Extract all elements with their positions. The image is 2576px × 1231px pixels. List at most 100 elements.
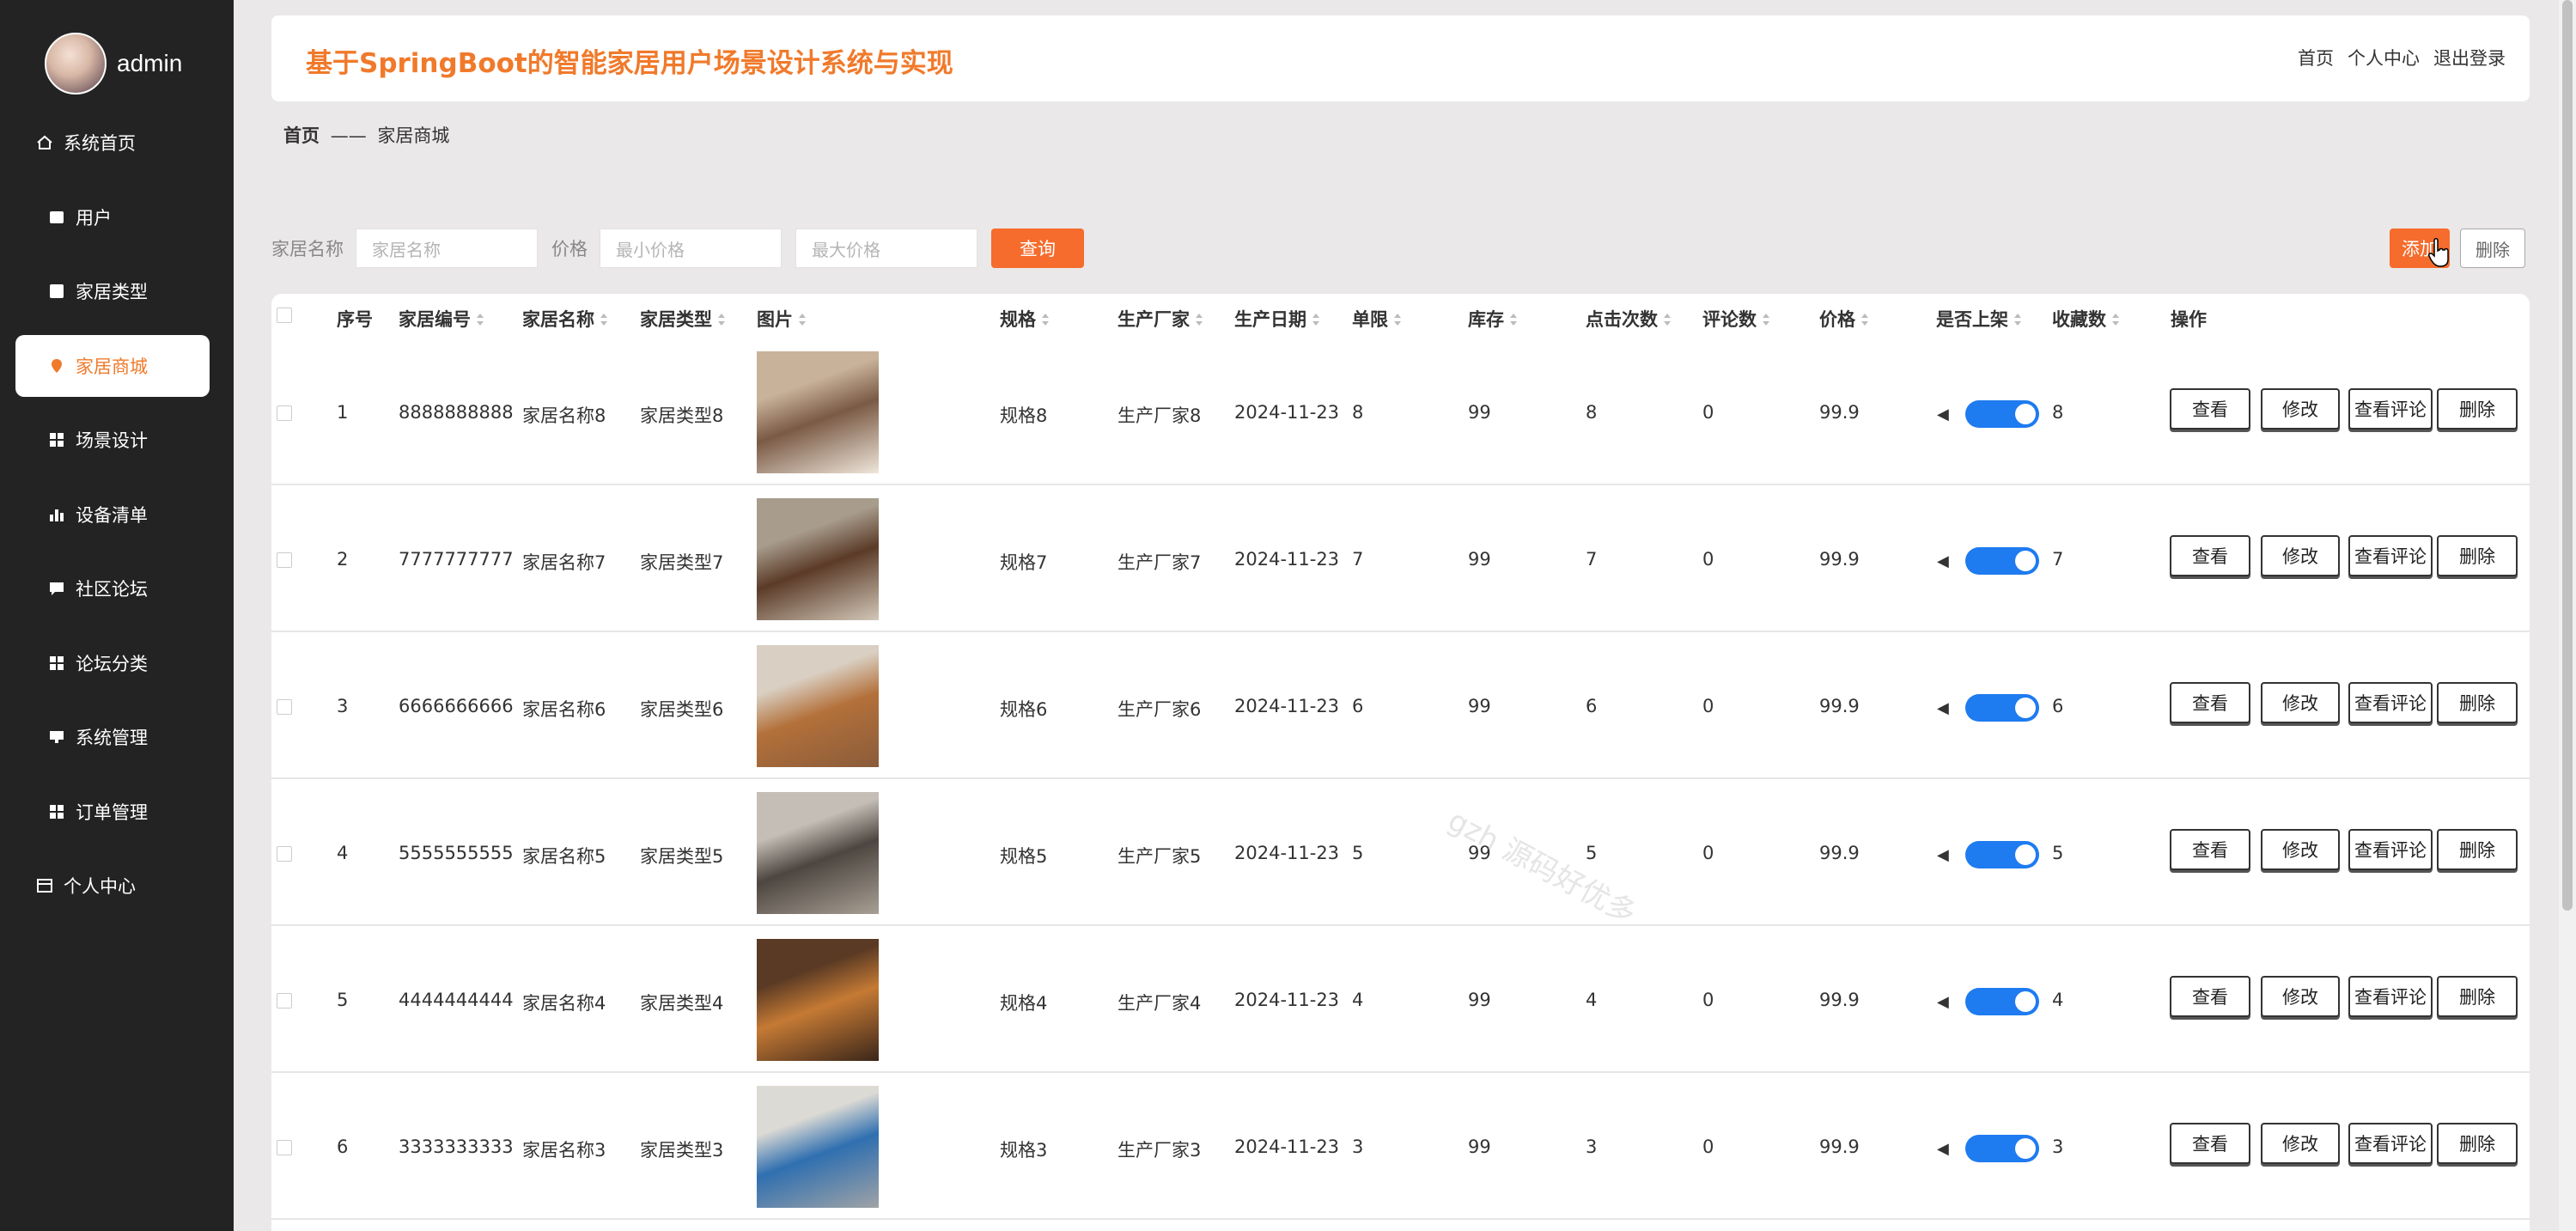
sidebar-item-home-types[interactable]: 家居类型: [0, 260, 234, 322]
delete-button[interactable]: 删除: [2437, 682, 2518, 723]
min-price-input[interactable]: 最小价格: [600, 229, 782, 268]
col-price[interactable]: 价格: [1819, 306, 1869, 332]
cell-idx: 3: [337, 696, 349, 716]
sidebar-item-scene-design[interactable]: 场景设计: [0, 409, 234, 471]
col-listed[interactable]: 是否上架: [1936, 306, 2022, 332]
table-row: 2 7777777777 家居名称7 家居类型7 规格7 生产厂家7 2024-11-23 7…: [271, 485, 2530, 632]
col-type[interactable]: 家居类型: [640, 306, 726, 332]
view-button[interactable]: 查看: [2170, 976, 2250, 1017]
view-button[interactable]: 查看: [2170, 682, 2250, 723]
row-checkbox[interactable]: [277, 993, 292, 1009]
sort-icon[interactable]: [2013, 312, 2022, 329]
col-maker[interactable]: 生产厂家: [1117, 306, 1203, 332]
product-image[interactable]: [757, 351, 879, 473]
select-all-checkbox[interactable]: [277, 308, 292, 323]
sidebar-item-profile[interactable]: 个人中心: [0, 855, 234, 917]
sort-icon[interactable]: [1762, 312, 1770, 329]
batch-delete-button[interactable]: 删除: [2460, 229, 2525, 268]
listed-toggle[interactable]: [1965, 547, 2039, 575]
delete-button[interactable]: 删除: [2437, 976, 2518, 1017]
edit-button[interactable]: 修改: [2261, 682, 2340, 723]
delete-button[interactable]: 删除: [2437, 535, 2518, 576]
table-row: 4 5555555555 家居名称5 家居类型5 规格5 生产厂家5 2024-11-23 5…: [271, 779, 2530, 926]
breadcrumb-current: 家居商城: [377, 125, 450, 146]
view-comments-button[interactable]: 查看评论: [2348, 388, 2433, 430]
header-link-home[interactable]: 首页: [2298, 45, 2334, 70]
sidebar-item-device-list[interactable]: 设备清单: [0, 484, 234, 545]
breadcrumb-home[interactable]: 首页: [283, 125, 320, 146]
row-checkbox[interactable]: [277, 1140, 292, 1155]
delete-button[interactable]: 删除: [2437, 388, 2518, 430]
listed-toggle[interactable]: [1965, 694, 2039, 722]
view-comments-button[interactable]: 查看评论: [2348, 829, 2433, 870]
header-link-profile[interactable]: 个人中心: [2348, 45, 2420, 70]
col-favs[interactable]: 收藏数: [2052, 306, 2120, 332]
view-button[interactable]: 查看: [2170, 388, 2250, 430]
sort-icon[interactable]: [717, 312, 726, 329]
sort-icon[interactable]: [1663, 312, 1672, 329]
col-clicks[interactable]: 点击次数: [1586, 306, 1672, 332]
sidebar-item-forum-category[interactable]: 论坛分类: [0, 632, 234, 694]
query-button[interactable]: 查询: [991, 229, 1084, 268]
col-type-label: 家居类型: [640, 309, 712, 330]
edit-button[interactable]: 修改: [2261, 388, 2340, 430]
col-name[interactable]: 家居名称: [522, 306, 608, 332]
sort-icon[interactable]: [600, 312, 608, 329]
product-image[interactable]: [757, 645, 879, 767]
sidebar-item-label: 系统首页: [64, 133, 136, 154]
sort-icon[interactable]: [1860, 312, 1869, 329]
row-checkbox[interactable]: [277, 699, 292, 715]
view-comments-button[interactable]: 查看评论: [2348, 976, 2433, 1017]
product-image[interactable]: [757, 792, 879, 914]
edit-button[interactable]: 修改: [2261, 1123, 2340, 1164]
row-checkbox[interactable]: [277, 405, 292, 421]
row-checkbox[interactable]: [277, 846, 292, 862]
sort-icon[interactable]: [1041, 312, 1050, 329]
view-comments-button[interactable]: 查看评论: [2348, 535, 2433, 576]
edit-button[interactable]: 修改: [2261, 829, 2340, 870]
sidebar-item-orders[interactable]: 订单管理: [0, 781, 234, 843]
scrollbar-thumb[interactable]: [2562, 0, 2573, 911]
name-search-input[interactable]: 家居名称: [356, 229, 538, 268]
sort-icon[interactable]: [2111, 312, 2120, 329]
delete-button[interactable]: 删除: [2437, 829, 2518, 870]
col-image[interactable]: 图片: [757, 306, 807, 332]
avatar[interactable]: [45, 33, 107, 94]
edit-button[interactable]: 修改: [2261, 535, 2340, 576]
col-date[interactable]: 生产日期: [1234, 306, 1320, 332]
listed-toggle[interactable]: [1965, 841, 2039, 868]
sort-icon[interactable]: [1509, 312, 1518, 329]
product-image[interactable]: [757, 1086, 879, 1208]
row-checkbox[interactable]: [277, 552, 292, 568]
view-comments-button[interactable]: 查看评论: [2348, 1123, 2433, 1164]
page-scrollbar[interactable]: [2559, 0, 2576, 1231]
listed-toggle[interactable]: [1965, 988, 2039, 1015]
edit-button[interactable]: 修改: [2261, 976, 2340, 1017]
col-limit[interactable]: 单限: [1352, 306, 1402, 332]
view-comments-button[interactable]: 查看评论: [2348, 682, 2433, 723]
col-stock[interactable]: 库存: [1468, 306, 1518, 332]
sort-icon[interactable]: [1393, 312, 1402, 329]
sidebar-item-users[interactable]: 用户: [0, 186, 234, 248]
listed-toggle[interactable]: [1965, 1135, 2039, 1162]
col-spec[interactable]: 规格: [1000, 306, 1050, 332]
sidebar-item-forum[interactable]: 社区论坛: [0, 558, 234, 619]
sidebar-item-home[interactable]: 系统首页: [0, 112, 234, 174]
view-button[interactable]: 查看: [2170, 829, 2250, 870]
header-link-logout[interactable]: 退出登录: [2433, 45, 2506, 70]
sidebar-item-system[interactable]: 系统管理: [0, 706, 234, 768]
product-image[interactable]: [757, 498, 879, 620]
view-button[interactable]: 查看: [2170, 1123, 2250, 1164]
listed-toggle[interactable]: [1965, 400, 2039, 428]
max-price-input[interactable]: 最大价格: [795, 229, 977, 268]
product-image[interactable]: [757, 939, 879, 1061]
sort-icon[interactable]: [1195, 312, 1203, 329]
col-code[interactable]: 家居编号: [399, 306, 484, 332]
sort-icon[interactable]: [476, 312, 484, 329]
col-comments[interactable]: 评论数: [1702, 306, 1770, 332]
sort-icon[interactable]: [1312, 312, 1320, 329]
delete-button[interactable]: 删除: [2437, 1123, 2518, 1164]
sort-icon[interactable]: [798, 312, 807, 329]
view-button[interactable]: 查看: [2170, 535, 2250, 576]
sidebar-item-home-mall[interactable]: 家居商城: [15, 334, 210, 397]
